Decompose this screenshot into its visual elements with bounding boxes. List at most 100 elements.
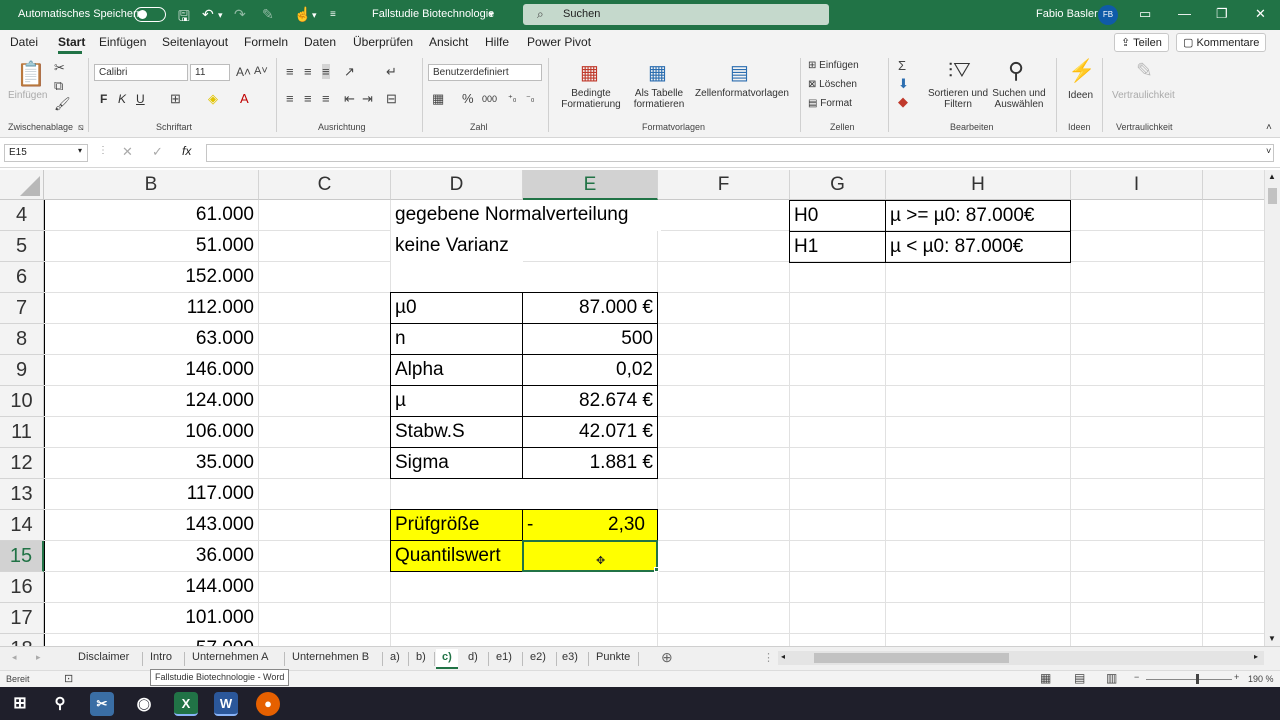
vertical-scroll-thumb[interactable] <box>1268 188 1277 204</box>
sheet-tab-d[interactable]: d) <box>462 649 484 669</box>
tab-power-pivot[interactable]: Power Pivot <box>527 35 591 49</box>
bold-icon[interactable]: F <box>100 92 107 106</box>
row-header[interactable]: 13 <box>0 479 44 510</box>
tab-ansicht[interactable]: Ansicht <box>429 35 468 49</box>
page-break-icon[interactable]: ▥ <box>1106 671 1117 685</box>
align-left-icon[interactable]: ≡ <box>286 91 294 106</box>
ribbon-display-icon[interactable]: ▭ <box>1139 6 1151 22</box>
firefox-icon[interactable]: ● <box>256 692 280 716</box>
customize-qat-icon[interactable]: ≡ <box>330 9 336 20</box>
format-painter-qat-icon[interactable]: ✎ <box>262 6 274 23</box>
col-header-c[interactable]: C <box>259 170 391 200</box>
horizontal-scroll-thumb[interactable] <box>814 653 1009 663</box>
italic-icon[interactable]: K <box>118 92 126 106</box>
normal-view-icon[interactable]: ▦ <box>1040 671 1051 685</box>
quantile-label[interactable]: Quantilswert <box>390 540 523 572</box>
currency-icon[interactable]: ▦ <box>432 91 444 107</box>
fill-color-icon[interactable]: ◈ <box>208 91 218 107</box>
dialog-launcher-icon[interactable]: ⧅ <box>78 122 84 133</box>
quantile-value-cell[interactable] <box>522 540 658 572</box>
param-label[interactable]: µ0 <box>390 292 523 324</box>
touch-dropdown-icon[interactable]: ▾ <box>312 10 317 21</box>
cell-b10[interactable]: 124.000 <box>44 386 259 417</box>
comments-button[interactable]: ▢ Kommentare <box>1176 33 1267 52</box>
zoom-slider-thumb[interactable] <box>1196 674 1199 684</box>
sort-filter-button[interactable]: Sortieren und Filtern <box>924 88 992 110</box>
align-top-icon[interactable]: ≡ <box>286 64 294 79</box>
font-name-select[interactable]: Calibri <box>94 64 188 81</box>
row-header[interactable]: 6 <box>0 262 44 293</box>
align-bottom-icon[interactable]: ≡ <box>322 64 330 79</box>
name-box-dropdown-icon[interactable]: ▾ <box>78 146 82 155</box>
enter-icon[interactable]: ✓ <box>152 144 163 160</box>
scroll-right-icon[interactable]: ▸ <box>1254 652 1258 661</box>
horizontal-scrollbar[interactable]: ◂ ▸ <box>778 651 1264 665</box>
cancel-icon[interactable]: ✕ <box>122 144 133 160</box>
tab-prev-icon[interactable]: ◂ <box>12 652 17 663</box>
format-cells-button[interactable]: ▤ Format <box>808 98 852 109</box>
row-header[interactable]: 14 <box>0 510 44 541</box>
zoom-out-icon[interactable]: − <box>1134 672 1139 682</box>
row-header[interactable]: 5 <box>0 231 44 262</box>
expand-formula-icon[interactable]: ˅ <box>1266 146 1271 156</box>
clear-icon[interactable]: ◆ <box>898 94 908 110</box>
cell-b15[interactable]: 36.000 <box>44 541 259 572</box>
decrease-decimal-icon[interactable]: ⁻₀ <box>526 93 535 104</box>
row-header[interactable]: 11 <box>0 417 44 448</box>
select-all-corner[interactable] <box>0 170 44 200</box>
sheet-tab-b[interactable]: b) <box>410 649 432 669</box>
autosave-toggle[interactable] <box>134 7 166 22</box>
row-header[interactable]: 4 <box>0 200 44 231</box>
fill-handle[interactable] <box>654 567 659 572</box>
zoom-in-icon[interactable]: + <box>1234 672 1239 682</box>
param-label[interactable]: n <box>390 323 523 355</box>
save-icon[interactable]: 🖫 <box>178 6 190 30</box>
cell-b4[interactable]: 61.000 <box>44 200 259 231</box>
ideas-icon[interactable]: ⚡ <box>1068 58 1095 84</box>
zoom-slider[interactable] <box>1146 679 1232 680</box>
sheet-tab-e3[interactable]: e3) <box>556 649 584 669</box>
add-sheet-icon[interactable]: ⊕ <box>661 649 673 666</box>
undo-dropdown-icon[interactable]: ▾ <box>218 10 223 21</box>
tab-datei[interactable]: Datei <box>10 35 38 49</box>
windows-start-icon[interactable]: ⊞ <box>8 692 32 716</box>
document-title[interactable]: Fallstudie Biotechnologie <box>372 8 494 20</box>
sheet-tab-a[interactable]: a) <box>384 649 406 669</box>
insert-cells-button[interactable]: ⊞ Einfügen <box>808 60 859 71</box>
cut-icon[interactable]: ✂ <box>54 60 65 76</box>
cell-b8[interactable]: 63.000 <box>44 324 259 355</box>
cell-b14[interactable]: 143.000 <box>44 510 259 541</box>
collapse-ribbon-icon[interactable]: ˄ <box>1266 122 1272 133</box>
sheet-tab-unternehmen-b[interactable]: Unternehmen B <box>286 649 375 669</box>
row-header[interactable]: 10 <box>0 386 44 417</box>
col-header-i[interactable]: I <box>1071 170 1203 200</box>
param-label[interactable]: µ <box>390 385 523 417</box>
word-taskbar-icon[interactable]: W <box>214 692 238 716</box>
tab-formeln[interactable]: Formeln <box>244 35 288 49</box>
row-header[interactable]: 7 <box>0 293 44 324</box>
hypothesis-value[interactable]: µ < µ0: 87.000€ <box>885 231 1071 263</box>
borders-icon[interactable]: ⊞ <box>170 91 181 107</box>
sheet-tab-intro[interactable]: Intro <box>144 649 178 669</box>
ideas-button[interactable]: Ideen <box>1068 90 1093 101</box>
row-header[interactable]: 18 <box>0 634 44 646</box>
tab-ueberpruefen[interactable]: Überprüfen <box>353 35 413 49</box>
cell-styles-button[interactable]: Zellenformatvorlagen <box>692 88 792 99</box>
snipping-tool-icon[interactable]: ✂ <box>90 692 114 716</box>
increase-indent-icon[interactable]: ⇥ <box>362 91 373 107</box>
param-value[interactable]: 1.881 € <box>522 447 658 479</box>
search-box[interactable]: ⌕ Suchen <box>523 4 829 25</box>
sort-filter-icon[interactable]: ⫶▽ <box>948 60 971 83</box>
fill-icon[interactable]: ⬇ <box>898 76 909 92</box>
cell-b13[interactable]: 117.000 <box>44 479 259 510</box>
paste-label[interactable]: Einfügen <box>8 90 47 101</box>
copy-icon[interactable]: ⧉ <box>54 78 63 94</box>
scroll-left-icon[interactable]: ◂ <box>781 652 785 661</box>
sheet-tab-unternehmen-a[interactable]: Unternehmen A <box>186 649 274 669</box>
zoom-level[interactable]: 190 % <box>1248 674 1274 684</box>
row-header[interactable]: 9 <box>0 355 44 386</box>
vertical-scrollbar[interactable]: ▲ ▼ <box>1264 170 1280 646</box>
tab-next-icon[interactable]: ▸ <box>36 652 41 663</box>
redo-icon[interactable]: ↷ <box>234 6 246 23</box>
param-value[interactable]: 87.000 € <box>522 292 658 324</box>
